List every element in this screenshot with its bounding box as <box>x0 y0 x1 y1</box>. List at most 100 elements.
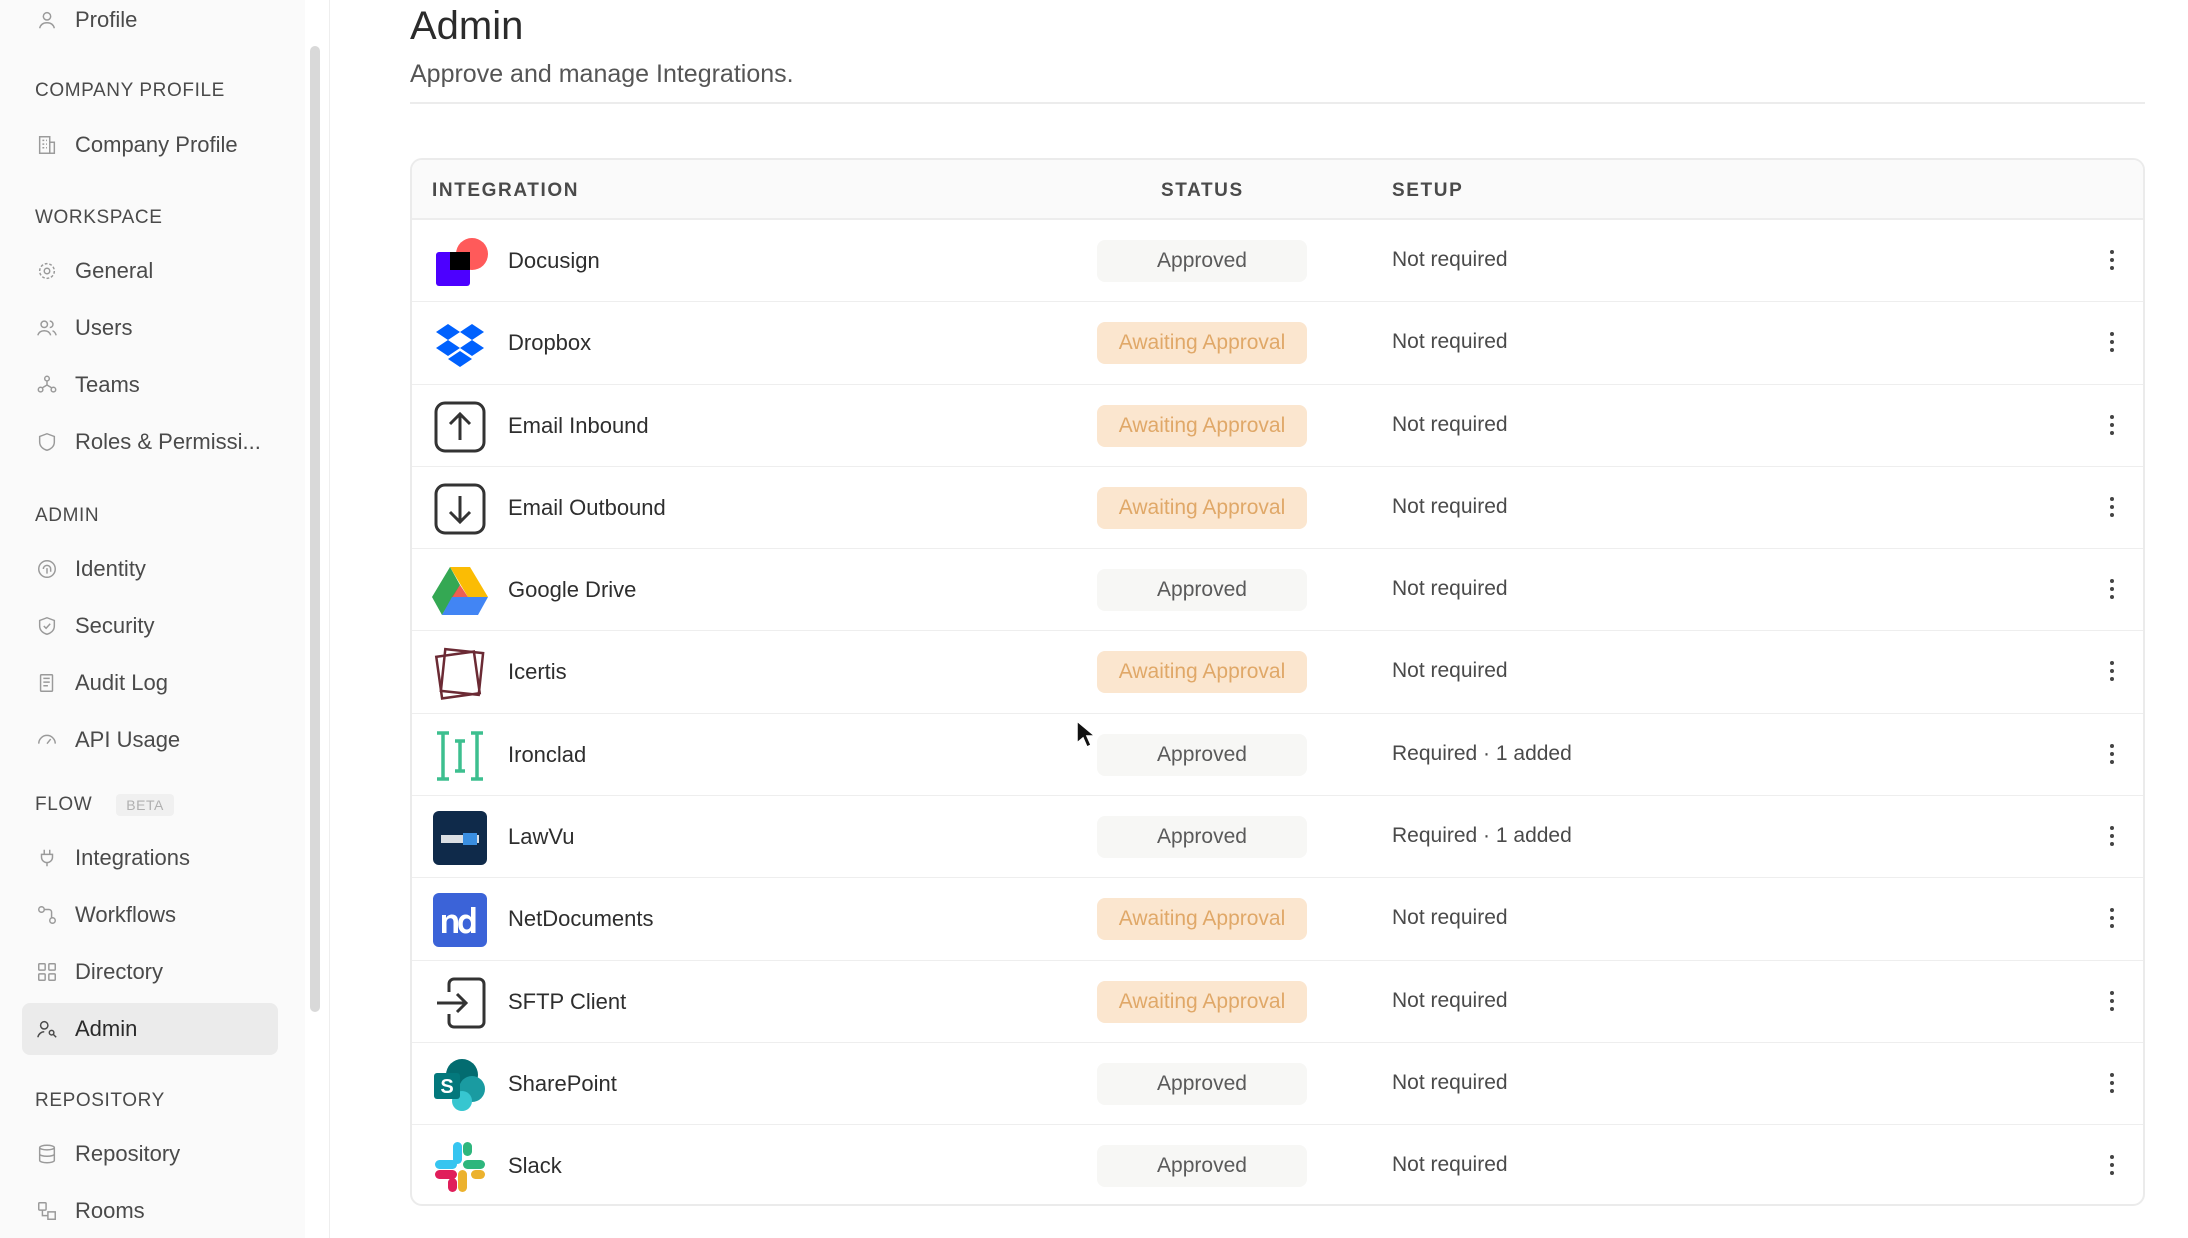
sidebar-item-repository[interactable]: Repository <box>22 1128 278 1180</box>
section-flow: FLOW BETA <box>35 794 174 816</box>
sidebar-item-workflows[interactable]: Workflows <box>22 889 278 941</box>
row-menu-button[interactable] <box>2097 900 2127 936</box>
row-menu-button[interactable] <box>2097 1065 2127 1101</box>
sidebar-item-integrations[interactable]: Integrations <box>22 832 278 884</box>
integration-name: Dropbox <box>508 330 592 356</box>
sidebar-item-identity[interactable]: Identity <box>22 543 278 595</box>
more-vertical-icon <box>2110 661 2114 682</box>
sidebar-item-label: Audit Log <box>75 670 168 695</box>
table-row[interactable]: Dropbox Awaiting Approval Not required <box>412 302 2143 385</box>
fingerprint-icon <box>35 557 59 581</box>
users-icon <box>35 316 59 340</box>
row-menu-button[interactable] <box>2097 242 2127 278</box>
page-title: Admin <box>410 4 524 48</box>
sidebar-item-api-usage[interactable]: API Usage <box>22 714 278 766</box>
table-row[interactable]: Google Drive Approved Not required <box>412 549 2143 632</box>
table-row[interactable]: Ironclad Approved Required · 1 added <box>412 714 2143 797</box>
section-repository: REPOSITORY <box>35 1090 165 1111</box>
sidebar-item-label: Teams <box>75 372 140 397</box>
table-row[interactable]: Icertis Awaiting Approval Not required <box>412 631 2143 714</box>
sidebar-item-roles-permissions[interactable]: Roles & Permissi... <box>22 416 278 468</box>
section-flow-label: FLOW <box>35 794 93 815</box>
sidebar-item-label: Rooms <box>75 1198 145 1223</box>
more-vertical-icon <box>2110 1072 2114 1093</box>
section-company-profile: COMPANY PROFILE <box>35 80 225 101</box>
status-badge: Awaiting Approval <box>1097 980 1307 1023</box>
table-row[interactable]: Docusign Approved Not required <box>412 220 2143 303</box>
sign-in-arrow-icon <box>432 975 488 1031</box>
column-header-setup: SETUP <box>1392 180 1464 201</box>
status-badge: Awaiting Approval <box>1097 404 1307 447</box>
sidebar-item-profile[interactable]: Profile <box>22 0 278 46</box>
row-menu-button[interactable] <box>2097 407 2127 443</box>
row-menu-button[interactable] <box>2097 324 2127 360</box>
row-menu-button[interactable] <box>2097 736 2127 772</box>
table-row[interactable]: Slack Approved Not required <box>412 1125 2143 1204</box>
shield-icon <box>35 430 59 454</box>
status-badge: Approved <box>1097 733 1307 776</box>
row-menu-button[interactable] <box>2097 1147 2127 1183</box>
row-menu-button[interactable] <box>2097 489 2127 525</box>
sidebar-item-label: API Usage <box>75 727 181 752</box>
table-row[interactable]: NetDocuments Awaiting Approval Not requi… <box>412 878 2143 961</box>
setup-value: Not required <box>1392 1070 1508 1094</box>
icertis-logo-icon <box>432 645 488 701</box>
sidebar-item-teams[interactable]: Teams <box>22 359 278 411</box>
more-vertical-icon <box>2110 743 2114 764</box>
sidebar-item-directory[interactable]: Directory <box>22 946 278 998</box>
integration-name: NetDocuments <box>508 906 654 932</box>
integration-name: Email Outbound <box>508 494 666 520</box>
row-menu-button[interactable] <box>2097 818 2127 854</box>
row-menu-button[interactable] <box>2097 653 2127 689</box>
table-row[interactable]: Email Outbound Awaiting Approval Not req… <box>412 467 2143 550</box>
rooms-icon <box>35 1199 59 1223</box>
sidebar-item-general[interactable]: General <box>22 245 278 297</box>
integration-name: Ironclad <box>508 741 587 767</box>
sidebar-item-security[interactable]: Security <box>22 600 278 652</box>
building-icon <box>35 133 59 157</box>
sidebar-item-rooms[interactable]: Rooms <box>22 1185 278 1237</box>
sidebar-item-label: Integrations <box>75 845 190 870</box>
gauge-icon <box>35 728 59 752</box>
row-menu-button[interactable] <box>2097 983 2127 1019</box>
more-vertical-icon <box>2110 579 2114 600</box>
sidebar-item-company-profile[interactable]: Company Profile <box>22 119 278 171</box>
scroll-icon <box>35 671 59 695</box>
sidebar-item-audit-log[interactable]: Audit Log <box>22 657 278 709</box>
sidebar-item-label: Directory <box>75 959 164 984</box>
more-vertical-icon <box>2110 496 2114 517</box>
netdocuments-logo-icon <box>432 892 488 948</box>
table-row[interactable]: SFTP Client Awaiting Approval Not requir… <box>412 961 2143 1043</box>
setup-value: Required · 1 added <box>1392 824 1572 848</box>
column-header-integration: INTEGRATION <box>432 180 580 201</box>
more-vertical-icon <box>2110 908 2114 929</box>
slack-logo-icon <box>432 1139 488 1195</box>
sidebar-divider <box>329 0 330 1238</box>
sidebar-item-users[interactable]: Users <box>22 302 278 354</box>
sidebar-item-label: Admin <box>75 1016 138 1041</box>
section-workspace: WORKSPACE <box>35 207 163 228</box>
sidebar-scrollbar[interactable] <box>310 46 320 1012</box>
sidebar-item-label: Profile <box>75 7 138 32</box>
status-badge: Awaiting Approval <box>1097 322 1307 365</box>
arrow-up-box-icon <box>432 399 488 455</box>
setup-value: Not required <box>1392 412 1508 436</box>
google-drive-logo-icon <box>432 563 488 619</box>
table-row[interactable]: LawVu Approved Required · 1 added <box>412 796 2143 879</box>
table-row[interactable]: Email Inbound Awaiting Approval Not requ… <box>412 385 2143 467</box>
user-key-icon <box>35 1017 59 1041</box>
shield-check-icon <box>35 614 59 638</box>
setup-value: Not required <box>1392 577 1508 601</box>
sidebar: Profile COMPANY PROFILE Company Profile … <box>0 0 305 1238</box>
more-vertical-icon <box>2110 332 2114 353</box>
table-header: INTEGRATION STATUS SETUP <box>412 160 2143 220</box>
status-badge: Awaiting Approval <box>1097 486 1307 529</box>
plug-icon <box>35 846 59 870</box>
sidebar-item-admin[interactable]: Admin <box>22 1003 278 1055</box>
row-menu-button[interactable] <box>2097 571 2127 607</box>
setup-value: Not required <box>1392 988 1508 1012</box>
gear-icon <box>35 259 59 283</box>
table-row[interactable]: S SharePoint Approved Not required <box>412 1043 2143 1126</box>
integration-name: Slack <box>508 1153 562 1179</box>
sidebar-item-label: Security <box>75 613 155 638</box>
